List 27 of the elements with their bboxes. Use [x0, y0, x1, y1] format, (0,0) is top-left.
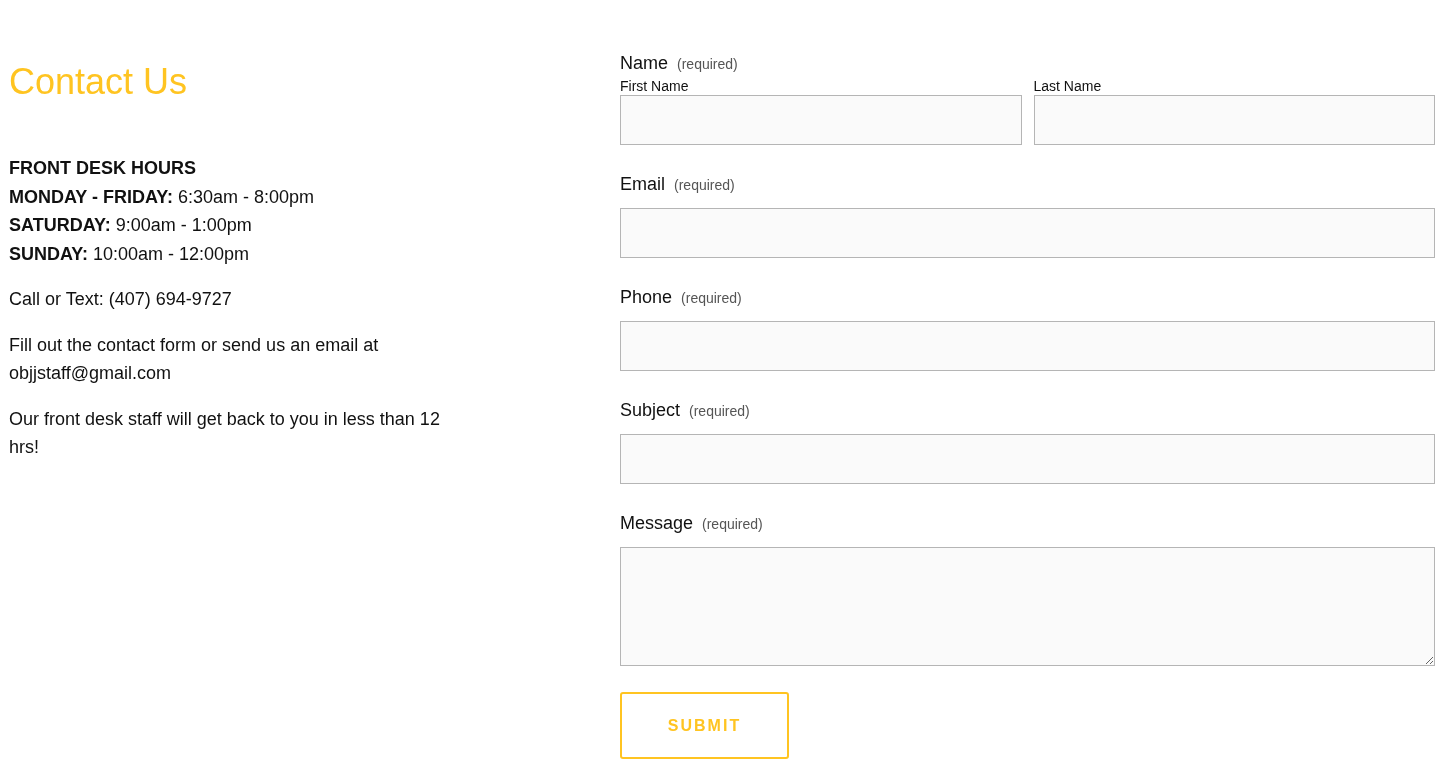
hours-line: SATURDAY: 9:00am - 1:00pm	[9, 214, 253, 237]
input-field[interactable]	[620, 208, 1435, 258]
input-field[interactable]	[1033, 95, 1435, 145]
sub-label: Last Name	[1033, 77, 1103, 95]
field-label: Name	[620, 52, 668, 75]
hours-heading: FRONT DESK HOURS	[9, 157, 197, 180]
input-field[interactable]	[620, 434, 1435, 484]
field-label: Phone	[620, 286, 673, 309]
info-paragraph: Our front desk staff will get back to you in less than 12 hrs!	[9, 407, 441, 459]
submit-button[interactable]: SUBMIT	[620, 692, 789, 759]
message-field[interactable]	[620, 547, 1435, 666]
required-note: (required)	[681, 289, 742, 308]
info-paragraph: Fill out the contact form or send us an email at objjstaff@gmail.com	[9, 333, 380, 385]
required-note: (required)	[677, 55, 738, 74]
sub-label: First Name	[620, 77, 690, 95]
page-title: Contact Us	[9, 60, 189, 104]
field-label: Message	[620, 512, 694, 535]
required-note: (required)	[689, 402, 750, 421]
field-label: Subject	[620, 399, 681, 422]
field-label: Email	[620, 173, 665, 196]
input-field[interactable]	[620, 321, 1435, 371]
required-note: (required)	[674, 176, 735, 195]
info-paragraph: Call or Text: (407) 694-9727	[9, 288, 233, 311]
hours-line: MONDAY - FRIDAY: 6:30am - 8:00pm	[9, 185, 316, 209]
input-field[interactable]	[620, 95, 1022, 145]
required-note: (required)	[702, 515, 763, 534]
hours-line: SUNDAY: 10:00am - 12:00pm	[9, 242, 251, 266]
